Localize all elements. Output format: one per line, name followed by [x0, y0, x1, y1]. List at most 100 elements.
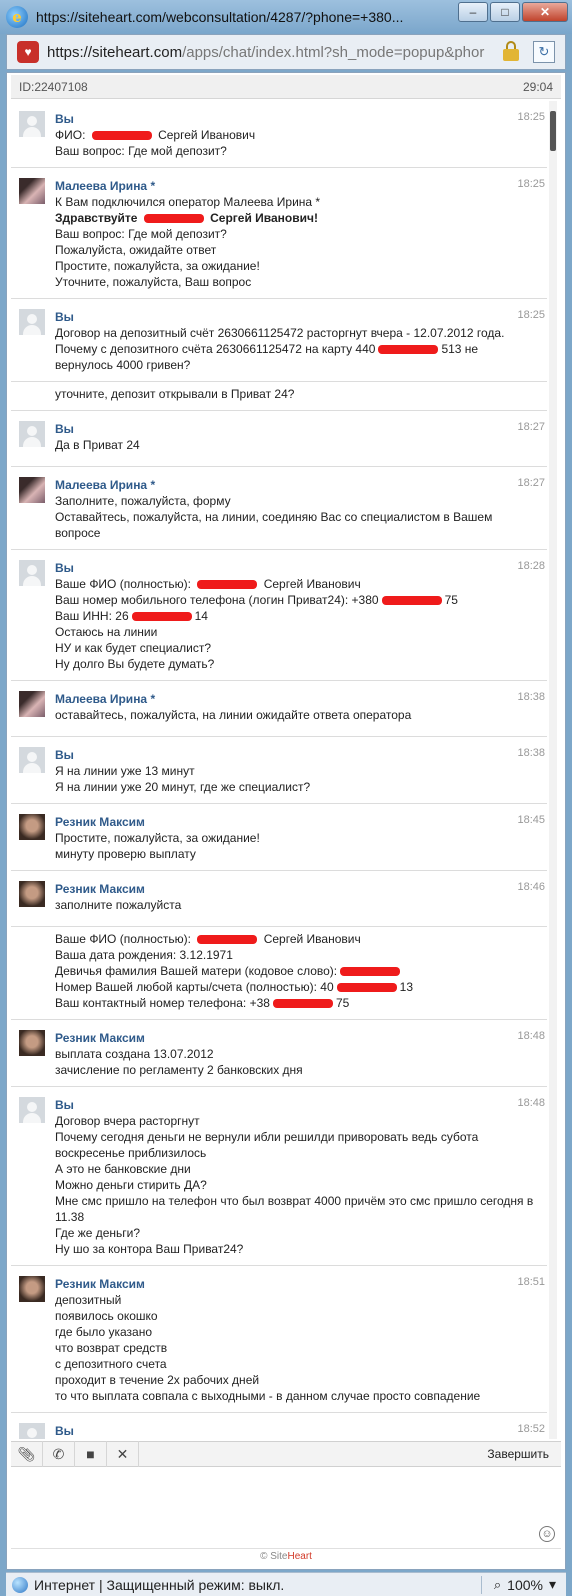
maximize-button[interactable]: □ — [490, 2, 520, 22]
message-text: Здравствуйте — [55, 211, 141, 225]
message-line: Да в Приват 24 — [55, 437, 539, 453]
siteheart-footer[interactable]: © SiteHeart — [11, 1551, 561, 1567]
mute-icon[interactable]: ✕ — [107, 1441, 139, 1467]
message-line: Почему сегодня деньги не вернули ибли ре… — [55, 1129, 539, 1145]
chat-message: Вы 18:25 ФИО: Сергей Иванович Ваш вопрос: Г… — [11, 101, 547, 168]
message-line: Ваше ФИО (полностью): Сергей Иванович — [55, 931, 539, 947]
scroll-thumb[interactable] — [550, 111, 556, 151]
message-line: Ваше ФИО (полностью): Сергей Иванович — [55, 576, 539, 592]
message-line: Где же деньги? — [55, 1225, 539, 1241]
message-line: Я на линии уже 20 минут, где же специали… — [55, 779, 539, 795]
smiley-icon[interactable]: ☺ — [539, 1526, 555, 1542]
message-line: то что выплата совпала с выходными - в д… — [55, 1388, 539, 1404]
message-text: воскресенье приблизилось — [55, 1146, 207, 1160]
redaction-mark — [197, 935, 258, 945]
message-text: Простите, пожалуйста, за ожидание! — [55, 831, 260, 845]
message-line: зачисление по регламенту 2 банковских дн… — [55, 1062, 539, 1078]
message-line: уточните, депозит открывали в Приват 24? — [55, 386, 539, 402]
redaction-mark — [378, 345, 439, 355]
message-text: Остаюсь на линии — [55, 625, 158, 639]
message-text: Ваш вопрос: Где мой депозит? — [55, 227, 227, 241]
message-line: Ваш вопрос: Где мой депозит? — [55, 143, 539, 159]
internet-explorer-icon: e — [6, 6, 28, 28]
message-text: К Вам подключился оператор Малеева Ирина… — [55, 195, 321, 209]
chat-message: Резник Максим 18:48 выплата создана 13.07.… — [11, 1020, 547, 1087]
message-text: Сергей Иванович — [260, 577, 361, 591]
message-sender: Вы — [55, 561, 74, 575]
message-text: Ну шо за контора Ваш Приват24? — [55, 1242, 244, 1256]
message-time: 18:45 — [517, 814, 545, 826]
message-list[interactable]: Вы 18:25 ФИО: Сергей Иванович Ваш вопрос: Г… — [11, 101, 547, 1439]
user-avatar — [19, 1097, 45, 1123]
message-sender: Вы — [55, 310, 74, 324]
user-avatar — [19, 560, 45, 586]
message-sender: Вы — [55, 112, 74, 126]
user-avatar — [19, 309, 45, 335]
chat-id: ID:22407108 — [19, 79, 88, 94]
user-avatar — [19, 747, 45, 773]
message-line: оставайтесь, пожалуйста, на линии ожидай… — [55, 707, 539, 723]
url-domain: https://siteheart.com — [47, 43, 183, 61]
message-text: то что выплата совпала с выходными - в д… — [55, 1389, 481, 1403]
redaction-mark — [336, 983, 397, 993]
message-text: Можно деньги стирить ДА? — [55, 1178, 207, 1192]
user-avatar — [19, 111, 45, 137]
internet-zone-icon — [12, 1576, 28, 1593]
message-time: 18:46 — [517, 881, 545, 893]
message-line: НУ и как будет специалист? — [55, 640, 539, 656]
message-text: Ваш ИНН: 26 — [55, 609, 129, 623]
message-sender: Резник Максим — [55, 1277, 145, 1291]
redaction-mark — [381, 596, 442, 606]
address-bar[interactable]: ♥ https://siteheart.com/apps/chat/index.… — [6, 34, 566, 70]
paperclip-icon[interactable]: 📎︎ — [11, 1441, 43, 1467]
video-camera-icon[interactable]: ■ — [75, 1441, 107, 1467]
minimize-button[interactable]: – — [458, 2, 488, 22]
message-sender: Вы — [55, 1098, 74, 1112]
chevron-down-icon[interactable]: ▾ — [549, 1576, 556, 1593]
message-sender: Малеева Ирина * — [55, 179, 156, 193]
message-line: Девичья фамилия Вашей матери (кодовое сл… — [55, 963, 539, 979]
message-text: Уточните, пожалуйста, Ваш вопрос — [55, 275, 252, 289]
zoom-control[interactable]: ⌕ 100% ▾ — [475, 1575, 556, 1594]
zoom-level[interactable]: 100% — [507, 1577, 543, 1593]
message-line: ФИО: Сергей Иванович — [55, 127, 539, 143]
phone-icon[interactable]: ✆ — [43, 1441, 75, 1467]
chat-message: Малеева Ирина * 18:25 К Вам подключился оп… — [11, 168, 547, 299]
compatibility-view-icon[interactable]: ↻ — [533, 41, 555, 63]
chat-message: Малеева Ирина * 18:27 Заполните, пожалуйст… — [11, 467, 547, 550]
chat-message: Ваше ФИО (полностью): Сергей Иванович Ваш… — [11, 927, 547, 1020]
chat-toolbar: 📎︎ ✆ ■ ✕ Завершить — [11, 1441, 561, 1467]
message-text: Я на линии уже 13 минут — [55, 764, 195, 778]
magnifier-icon: ⌕ — [493, 1576, 502, 1592]
chat-message: Вы 18:28 Ваше ФИО (полностью): Сергей Иван… — [11, 550, 547, 681]
url-field[interactable]: https://siteheart.com/apps/chat/index.ht… — [47, 44, 487, 61]
message-text: Пожалуйста, ожидайте ответ — [55, 243, 217, 257]
window-title: https://siteheart.com/webconsultation/42… — [36, 9, 404, 25]
message-line: А это не банковские дни — [55, 1161, 539, 1177]
message-text: проходит в течение 2х рабочих дней — [55, 1373, 260, 1387]
message-text: заполните пожалуйста — [55, 898, 182, 912]
close-button[interactable]: ✕ — [522, 2, 568, 22]
message-line: Ну долго Вы будете думать? — [55, 656, 539, 672]
message-line: появилось окошко — [55, 1308, 539, 1324]
message-text: Договор на депозитный счёт 2630661125472… — [55, 326, 505, 340]
window-controls: – □ ✕ — [458, 2, 568, 22]
message-text: оставайтесь, пожалуйста, на линии ожидай… — [55, 708, 412, 722]
lock-icon[interactable] — [503, 41, 519, 61]
message-text: Номер Вашей любой карты/счета (полностью… — [55, 980, 334, 994]
message-sender: Малеева Ирина * — [55, 478, 156, 492]
chat-scrollbar[interactable] — [549, 101, 557, 1439]
message-line: что возврат средств — [55, 1340, 539, 1356]
message-text: Ваше ФИО (полностью): — [55, 932, 195, 946]
message-line: депозитный — [55, 1292, 539, 1308]
message-line: воскресенье приблизилось — [55, 1145, 539, 1161]
message-sender: Резник Максим — [55, 882, 145, 896]
redaction-mark — [91, 131, 152, 141]
message-input[interactable]: ☺ — [11, 1469, 561, 1549]
message-time: 18:27 — [517, 421, 545, 433]
redaction-mark — [272, 999, 333, 1009]
message-text: Ваша дата рождения: 3.12.1971 — [55, 948, 233, 962]
message-line: Заполните, пожалуйста, форму — [55, 493, 539, 509]
finish-chat-button[interactable]: Завершить — [487, 1447, 549, 1461]
message-text: Ваш контактный номер телефона: +38 — [55, 996, 270, 1010]
